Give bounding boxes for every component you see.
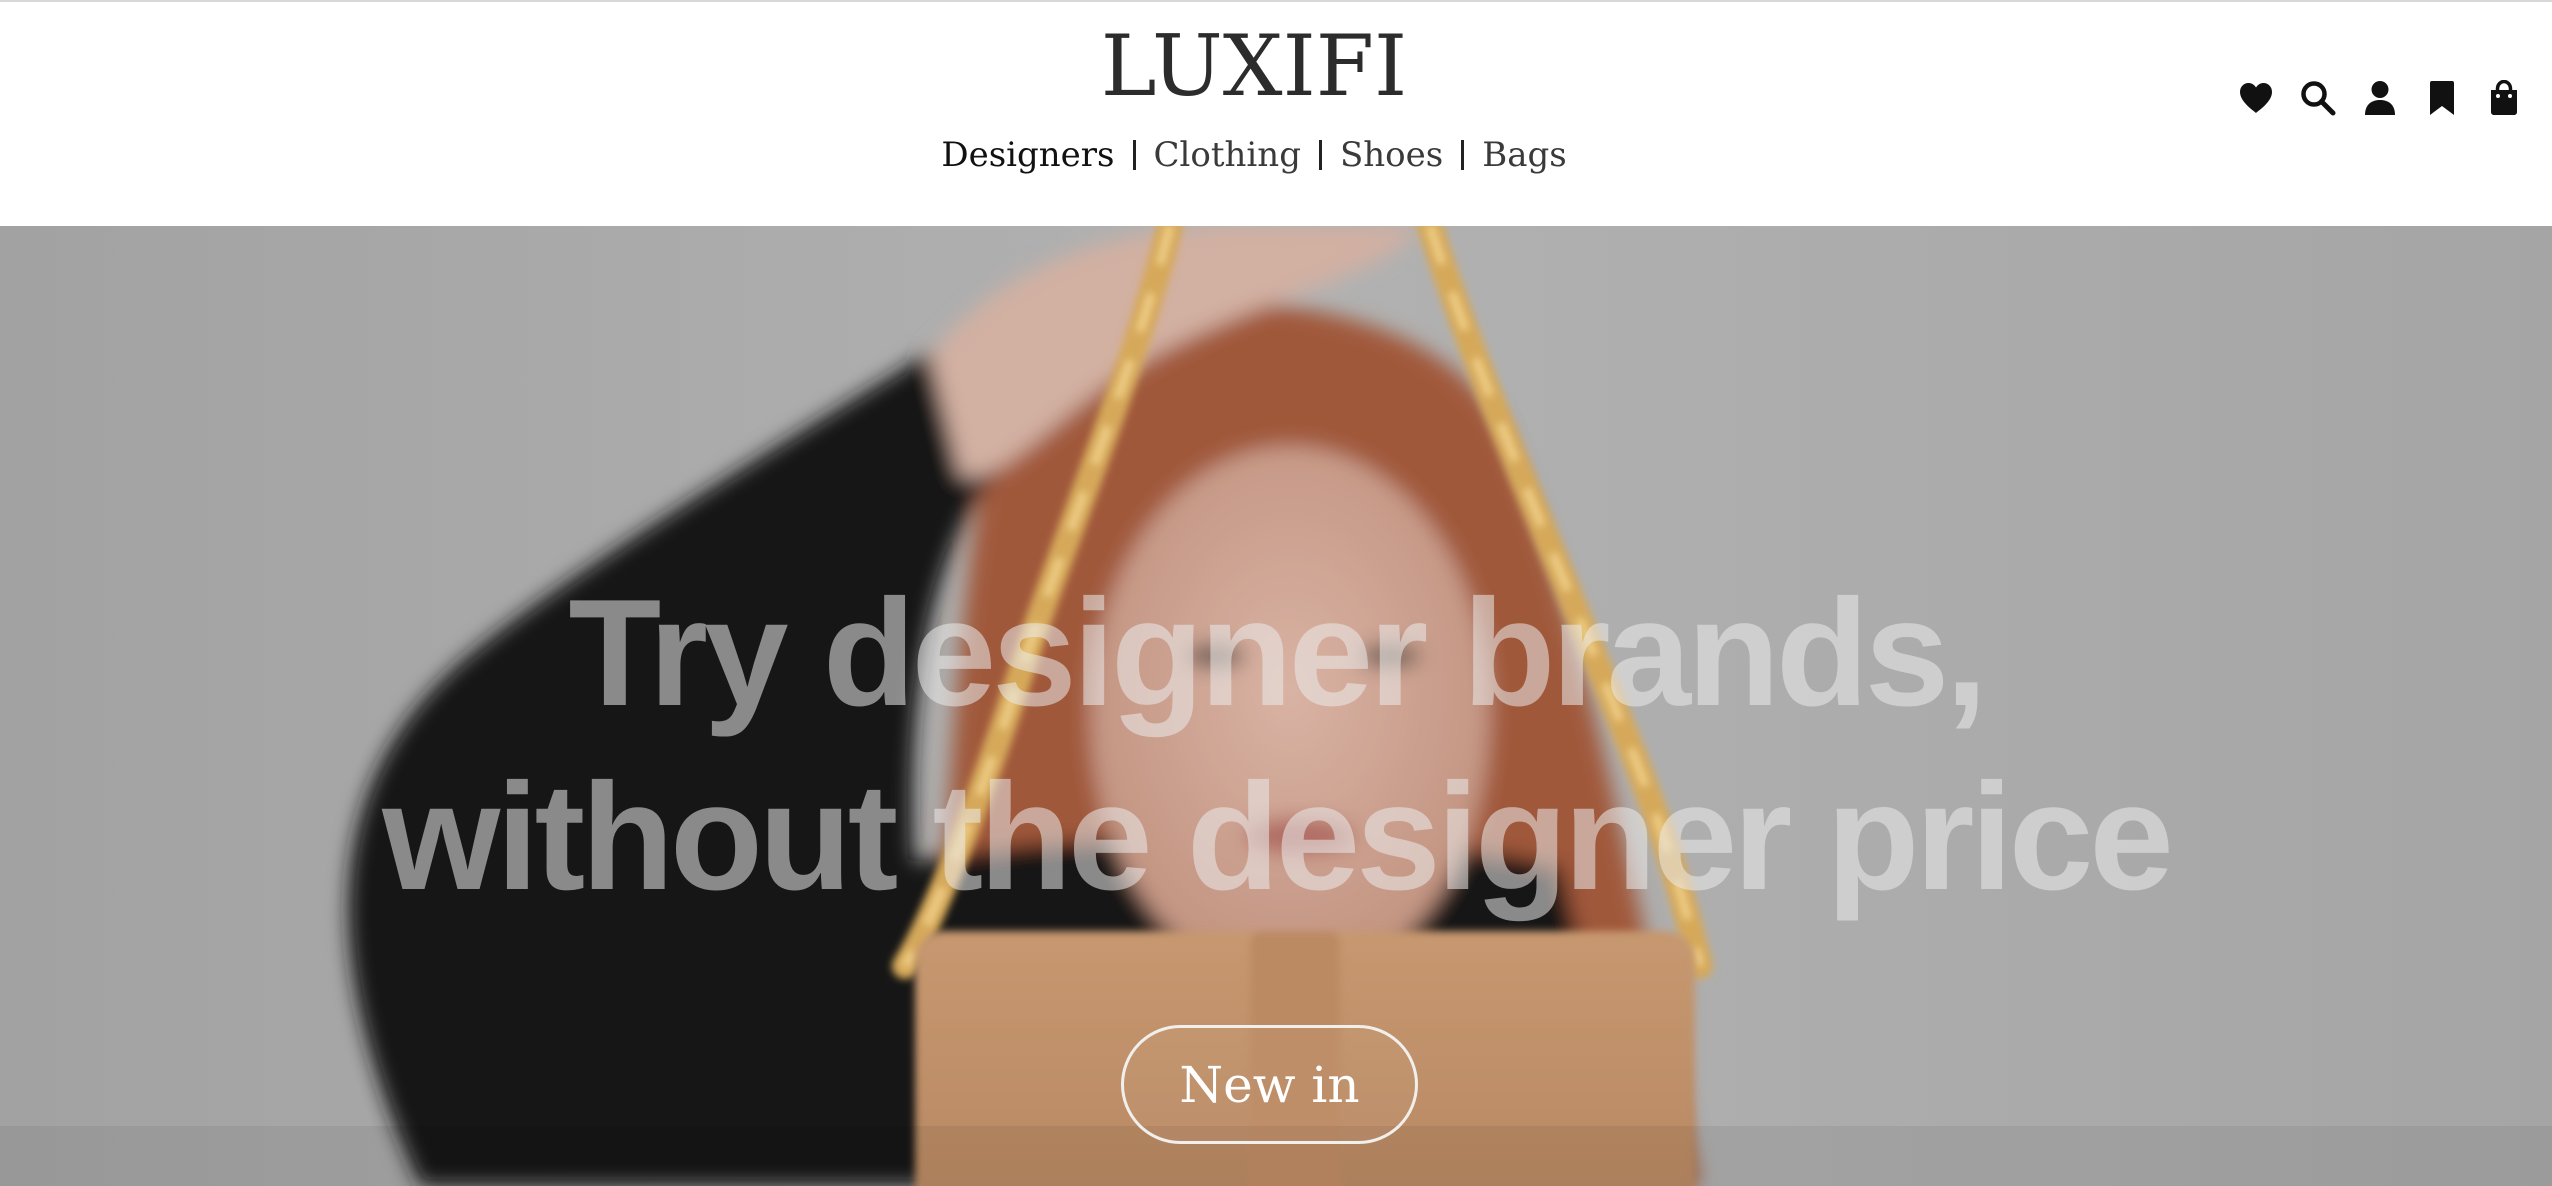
- header-icons: [2216, 76, 2526, 120]
- new-in-button[interactable]: New in: [1121, 1025, 1418, 1144]
- nav-divider: [1132, 140, 1136, 170]
- nav-item-bags[interactable]: Bags: [1482, 132, 1566, 178]
- site-header: LUXIFI Designers Clothing Shoes Bags: [0, 0, 2552, 226]
- bookmark-icon[interactable]: [2420, 76, 2464, 120]
- user-icon[interactable]: [2358, 76, 2402, 120]
- hero-banner: Try designer brands, without the designe…: [0, 226, 2552, 1186]
- search-icon[interactable]: [2296, 76, 2340, 120]
- hero-headline-line-2: without the designer price: [382, 752, 2174, 922]
- nav-item-designers[interactable]: Designers: [941, 132, 1114, 178]
- site-logo[interactable]: LUXIFI: [0, 16, 2508, 116]
- nav-divider: [1318, 140, 1322, 170]
- heart-icon[interactable]: [2234, 76, 2278, 120]
- hero-headline: Try designer brands, without the designe…: [0, 561, 2552, 929]
- hero-headline-line-1: Try designer brands,: [568, 568, 1987, 738]
- main-nav: Designers Clothing Shoes Bags: [0, 132, 2508, 178]
- nav-item-clothing[interactable]: Clothing: [1154, 132, 1301, 178]
- shopping-bag-icon[interactable]: [2482, 76, 2526, 120]
- nav-item-shoes[interactable]: Shoes: [1340, 132, 1443, 178]
- nav-divider: [1461, 140, 1465, 170]
